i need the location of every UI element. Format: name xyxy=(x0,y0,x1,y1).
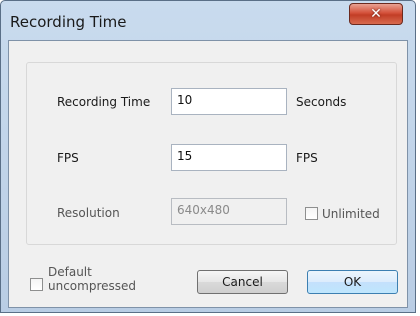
recording-time-input[interactable]: 10 xyxy=(171,88,287,115)
close-icon: ✕ xyxy=(370,6,382,22)
default-uncompressed-checkbox[interactable] xyxy=(30,278,43,291)
fps-label: FPS xyxy=(57,151,79,165)
default-uncompressed-label[interactable]: Default uncompressed xyxy=(48,265,136,293)
default-uncompressed-label-line1: Default xyxy=(48,265,92,279)
fps-input[interactable]: 15 xyxy=(171,144,287,171)
ok-button[interactable]: OK xyxy=(307,270,398,294)
cancel-button[interactable]: Cancel xyxy=(197,270,288,294)
unlimited-label[interactable]: Unlimited xyxy=(322,207,380,221)
resolution-input: 640x480 xyxy=(171,198,287,225)
unlimited-checkbox[interactable] xyxy=(305,207,318,220)
resolution-label: Resolution xyxy=(57,206,120,220)
default-uncompressed-label-line2: uncompressed xyxy=(48,279,137,293)
window-title: Recording Time xyxy=(10,13,127,31)
recording-time-unit: Seconds xyxy=(296,95,347,109)
recording-time-label: Recording Time xyxy=(57,95,151,109)
close-button[interactable]: ✕ xyxy=(349,3,403,25)
title-bar[interactable]: Recording Time ✕ xyxy=(1,1,415,41)
fps-unit: FPS xyxy=(296,151,318,165)
